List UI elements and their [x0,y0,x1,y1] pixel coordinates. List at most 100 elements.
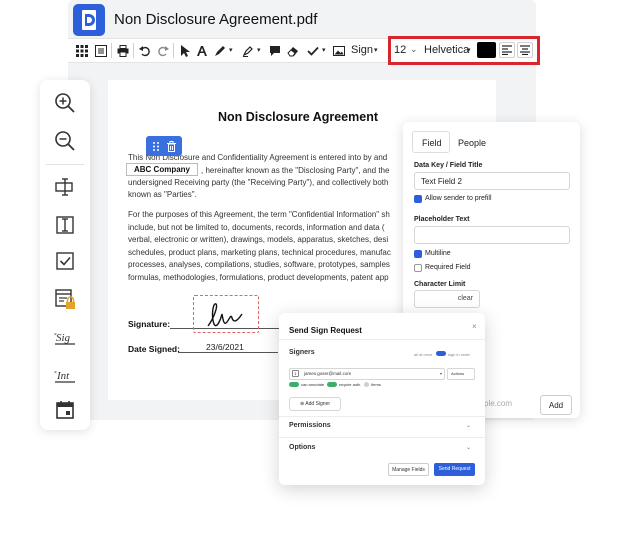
toolbar-separator [173,43,174,58]
add-signer-button[interactable]: ⊕ Add Signer [289,397,341,411]
signature-icon[interactable]: Sig × [53,325,77,349]
panel-separator [46,164,84,165]
checkbox-icon[interactable] [53,249,77,273]
character-limit-input[interactable]: clear [414,290,480,308]
align-center-icon [520,45,530,55]
items-label: Items [371,382,381,387]
text-tool-icon[interactable] [195,44,209,58]
items-icon[interactable] [364,382,369,387]
checkmark-icon[interactable] [306,44,320,58]
add-button[interactable]: Add [540,395,572,415]
dialog-divider [279,339,485,340]
font-family-caret[interactable]: ▾ [467,46,471,54]
email-input-partial[interactable]: ple.com [484,399,512,408]
signature-field[interactable] [193,295,259,333]
multiline-checkbox[interactable] [414,250,422,258]
sign-menu-button[interactable]: Sign [351,44,373,56]
company-text-field[interactable]: ABC Company [126,163,198,176]
signature-label: Signature: [128,319,171,329]
zoom-in-icon[interactable] [53,91,77,115]
highlighter-icon[interactable] [241,44,255,58]
signers-heading: Signers [289,349,315,356]
permissions-heading[interactable]: Permissions [289,422,331,429]
paragraph-line: schedules, product plans, marketing plan… [128,248,391,257]
checkmark-caret[interactable]: ▾ [322,46,326,54]
send-request-button[interactable]: Send Request [434,463,475,476]
data-key-input[interactable]: Text Field 2 [414,172,570,190]
paragraph-line: processes, analyses, compilations, studi… [128,260,390,269]
tab-people[interactable]: People [458,138,486,148]
app-logo-icon [73,4,105,36]
sign-order-toggle[interactable] [436,351,446,356]
grid-view-icon[interactable] [75,44,89,58]
text-field-icon[interactable] [53,175,77,199]
text-box-icon[interactable] [53,212,77,236]
dialog-divider [279,437,485,438]
field-toolbar [146,136,182,156]
require-auth-label: require auth [339,382,361,387]
font-size-select[interactable]: 12 [394,44,406,56]
options-heading[interactable]: Options [289,444,315,451]
drag-handle-icon[interactable] [151,141,162,152]
signer-email-input[interactable]: james.goser@mail.com [304,371,351,376]
actions-dropdown[interactable]: Actions [447,368,475,380]
thumbnail-list-icon[interactable] [94,44,108,58]
dialog-title: Send Sign Request [289,326,362,335]
character-limit-label: Character Limit [414,281,466,288]
trash-icon[interactable] [166,140,177,152]
text-color-swatch[interactable] [477,42,496,58]
chevron-down-icon[interactable]: ⌄ [466,422,471,429]
allow-prefill-checkbox[interactable] [414,195,422,203]
multiline-label: Multiline [425,250,451,257]
image-icon[interactable] [332,44,346,58]
align-left-button[interactable] [499,42,515,58]
document-title: Non Disclosure Agreement.pdf [114,11,318,28]
allow-prefill-label: Allow sender to prefill [425,195,492,202]
pen-tool-caret[interactable]: ▾ [229,46,233,54]
can-annotate-toggle[interactable] [289,382,299,387]
placeholder-input[interactable] [414,226,570,244]
pen-tool-icon[interactable] [213,44,227,58]
highlighter-caret[interactable]: ▾ [257,46,261,54]
eraser-icon[interactable] [286,44,300,58]
require-auth-toggle[interactable] [327,382,337,387]
initials-icon[interactable]: Int × [53,363,77,387]
required-field-label: Required Field [425,264,471,271]
calendar-icon[interactable] [53,398,77,422]
select-cursor-icon[interactable] [178,44,192,58]
add-signer-label: Add Signer [305,401,331,407]
data-key-label: Data Key / Field Title [414,162,483,169]
undo-icon[interactable] [138,44,152,58]
signer-number: 1 [292,370,299,377]
locked-form-icon[interactable] [53,287,77,311]
comment-icon[interactable] [268,44,282,58]
date-signed-label: Date Signed: [128,344,180,354]
align-left-icon [502,45,512,55]
date-signed-value: 23/6/2021 [206,342,244,352]
print-icon[interactable] [116,44,130,58]
date-line [178,352,278,353]
clear-button[interactable]: clear [458,295,473,302]
signer-caret[interactable]: ▾ [440,371,442,376]
font-family-select[interactable]: Helvetica [424,44,469,56]
sign-in-order-label: sign in order [448,352,471,357]
chevron-down-icon[interactable]: ⌄ [466,444,471,451]
toolbar-separator [111,43,112,58]
all-at-once-label: all at once [414,352,433,357]
svg-text:Int: Int [56,370,70,382]
svg-text:×: × [54,332,57,338]
paragraph-line: include, but not be limited to, document… [128,223,385,232]
toolbar-separator [133,43,134,58]
sign-menu-caret[interactable]: ▾ [374,46,378,54]
chevron-down-icon[interactable]: ⌄ [410,44,418,55]
required-field-checkbox[interactable] [414,264,422,272]
svg-text:Sig: Sig [56,332,71,344]
paragraph-line: verbal, electronic or written), drawings… [128,235,389,244]
align-center-button[interactable] [517,42,533,58]
redo-icon[interactable] [156,44,170,58]
handwritten-signature-icon [207,303,243,327]
tab-field[interactable]: Field [422,138,442,148]
manage-fields-button[interactable]: Manage Fields [388,463,429,476]
zoom-out-icon[interactable] [53,129,77,153]
close-icon[interactable]: × [472,322,477,331]
